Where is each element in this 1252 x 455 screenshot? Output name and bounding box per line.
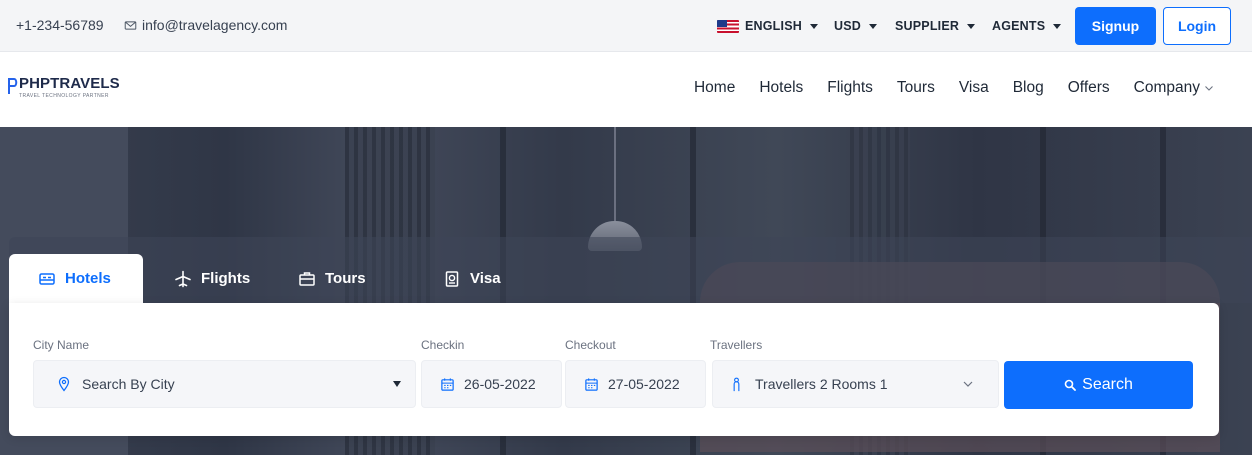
checkout-date-value: 27-05-2022: [608, 376, 680, 392]
login-button[interactable]: Login: [1163, 7, 1231, 45]
supplier-label: SUPPLIER: [895, 19, 960, 33]
agents-dropdown[interactable]: AGENTS: [992, 19, 1062, 33]
language-dropdown[interactable]: ENGLISH: [717, 19, 818, 33]
tab-hotels[interactable]: Hotels: [9, 254, 143, 303]
nav-item-visa[interactable]: Visa: [959, 79, 989, 97]
person-icon: [733, 377, 740, 391]
phone-number[interactable]: +1-234-56789: [16, 17, 104, 33]
caret-down-icon: [809, 23, 818, 29]
nav-item-home[interactable]: Home: [694, 79, 735, 97]
tab-hotels-label: Hotels: [65, 270, 111, 287]
currency-dropdown[interactable]: USD: [834, 19, 877, 33]
city-name-label: City Name: [33, 338, 90, 352]
calendar-icon: [585, 377, 598, 391]
travellers-dropdown[interactable]: Travellers 2 Rooms 1: [712, 360, 999, 408]
envelope-icon: [124, 20, 137, 30]
signup-button[interactable]: Signup: [1075, 7, 1156, 45]
nav-menu: Home Hotels Flights Tours Visa Blog Offe…: [694, 79, 1214, 97]
tab-visa[interactable]: Visa: [443, 254, 501, 303]
nav-item-flights[interactable]: Flights: [827, 79, 873, 97]
caret-down-icon: [393, 381, 401, 387]
us-flag-icon: [717, 19, 739, 33]
supplier-dropdown[interactable]: SUPPLIER: [895, 19, 976, 33]
brand-tagline: TRAVEL TECHNOLOGY PARTNER: [19, 93, 109, 99]
nav-item-hotels[interactable]: Hotels: [759, 79, 803, 97]
tab-tours-label: Tours: [325, 270, 366, 287]
hotel-icon: [39, 272, 55, 285]
checkin-label: Checkin: [421, 338, 465, 352]
nav-item-blog[interactable]: Blog: [1013, 79, 1044, 97]
email-text: info@travelagency.com: [142, 17, 288, 33]
nav-item-company[interactable]: Company: [1134, 79, 1214, 97]
nav-item-offers[interactable]: Offers: [1068, 79, 1110, 97]
language-label: ENGLISH: [745, 19, 802, 33]
city-select[interactable]: Search By City: [33, 360, 416, 408]
logo-mark-icon: [8, 78, 18, 94]
caret-down-icon: [869, 23, 877, 29]
email-link[interactable]: info@travelagency.com: [124, 17, 287, 33]
search-button-label: Search: [1082, 376, 1133, 393]
hero-lamp-wire: [614, 127, 616, 222]
search-button[interactable]: Search: [1004, 361, 1193, 409]
plane-icon: [175, 270, 191, 287]
passport-icon: [445, 270, 459, 287]
tab-flights[interactable]: Flights: [174, 254, 250, 303]
tab-tours[interactable]: Tours: [298, 254, 366, 303]
checkin-date-value: 26-05-2022: [464, 376, 536, 392]
top-bar: +1-234-56789 info@travelagency.com ENGLI…: [0, 0, 1252, 52]
nav-item-tours[interactable]: Tours: [897, 79, 935, 97]
caret-down-icon: [967, 23, 976, 29]
suitcase-icon: [299, 271, 315, 286]
main-navbar: PHPTRAVELS TRAVEL TECHNOLOGY PARTNER Hom…: [0, 53, 1252, 127]
currency-label: USD: [834, 19, 861, 33]
city-select-value: Search By City: [82, 376, 175, 392]
chevron-down-icon: [1205, 86, 1213, 91]
travellers-label: Travellers: [710, 338, 763, 352]
agents-label: AGENTS: [992, 19, 1046, 33]
nav-item-company-label: Company: [1133, 79, 1200, 96]
search-icon: [1064, 379, 1077, 391]
checkout-label: Checkout: [565, 338, 616, 352]
checkin-date-input[interactable]: 26-05-2022: [421, 360, 562, 408]
travellers-value: Travellers 2 Rooms 1: [755, 376, 888, 392]
tab-visa-label: Visa: [470, 270, 501, 287]
calendar-icon: [441, 377, 454, 391]
map-pin-icon: [58, 376, 70, 392]
chevron-down-icon: [963, 381, 973, 387]
tab-flights-label: Flights: [201, 270, 251, 287]
brand-name: PHPTRAVELS: [19, 75, 120, 92]
hotel-search-form: City Name Checkin Checkout Travellers Se…: [9, 303, 1219, 436]
caret-down-icon: [1053, 23, 1062, 29]
checkout-date-input[interactable]: 27-05-2022: [565, 360, 706, 408]
